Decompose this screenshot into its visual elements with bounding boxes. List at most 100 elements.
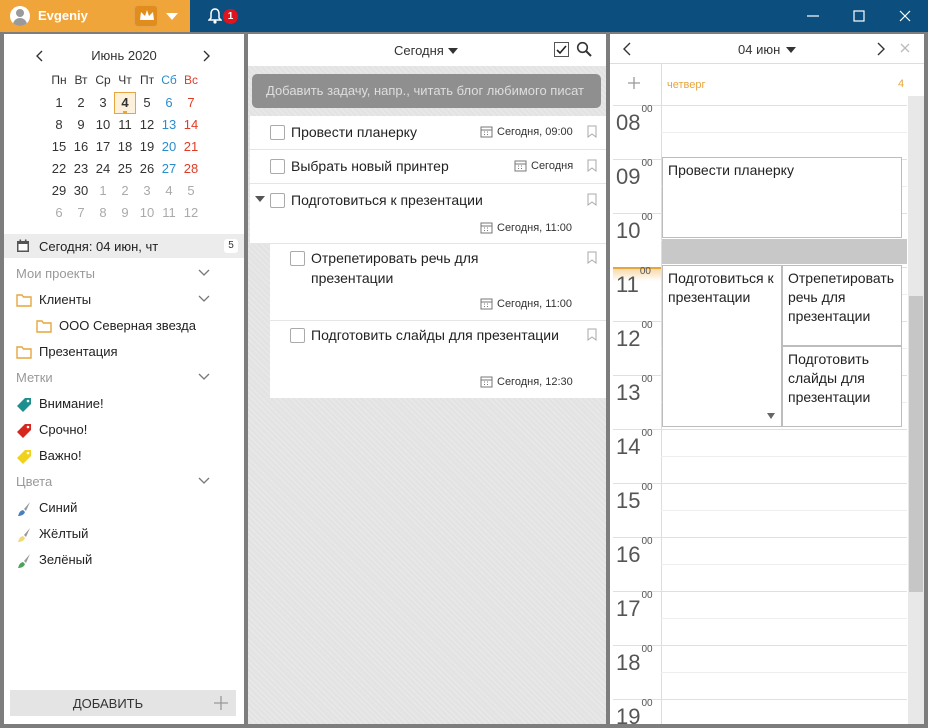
calendar-day[interactable]: 5 [180, 180, 202, 202]
colors-header[interactable]: Цвета [16, 474, 52, 489]
calendar-day[interactable]: 30 [70, 180, 92, 202]
calendar-day[interactable]: 9 [70, 114, 92, 136]
calendar-day[interactable]: 12 [136, 114, 158, 136]
notification-badge[interactable]: 1 [223, 9, 238, 24]
calendar-day[interactable]: 3 [92, 92, 114, 114]
calendar-event[interactable]: Подготовиться к презентации [662, 265, 782, 427]
chevron-down-icon[interactable] [198, 477, 210, 485]
task-filter-label[interactable]: Сегодня [394, 43, 444, 58]
chevron-left-icon[interactable] [32, 48, 48, 64]
calendar-day[interactable]: 6 [158, 92, 180, 114]
calendar-day[interactable]: 29 [48, 180, 70, 202]
day-view-date[interactable]: 04 июн [738, 42, 780, 57]
calendar-day[interactable]: 7 [180, 92, 202, 114]
calendar-day[interactable]: 24 [92, 158, 114, 180]
chevron-down-icon[interactable] [448, 48, 458, 54]
calendar-day[interactable]: 2 [70, 92, 92, 114]
calendar-day[interactable]: 16 [70, 136, 92, 158]
sidebar-item-severnaya-zvezda[interactable]: ООО Северная звезда [36, 318, 236, 336]
calendar-day[interactable]: 6 [48, 202, 70, 224]
calendar-day[interactable]: 1 [92, 180, 114, 202]
chevron-down-icon[interactable] [198, 373, 210, 381]
calendar-day[interactable]: 8 [92, 202, 114, 224]
sidebar-item-today[interactable]: Сегодня: 04 июн, чт 5 [4, 234, 244, 258]
scrollbar-thumb[interactable] [909, 296, 923, 592]
chevron-right-icon[interactable] [876, 42, 886, 56]
expand-arrow-icon[interactable] [767, 413, 775, 419]
calendar-day[interactable]: 2 [114, 180, 136, 202]
scrollbar[interactable] [908, 96, 924, 724]
calendar-day[interactable]: 27 [158, 158, 180, 180]
calendar-day[interactable]: 9 [114, 202, 136, 224]
chevron-left-icon[interactable] [622, 42, 632, 56]
calendar-day[interactable]: 22 [48, 158, 70, 180]
task-row[interactable]: Подготовиться к презентации Сегодня, 11:… [250, 184, 606, 244]
search-icon[interactable] [576, 41, 592, 57]
calendar-day[interactable]: 1 [48, 92, 70, 114]
calendar-day[interactable]: 19 [136, 136, 158, 158]
bookmark-icon[interactable] [587, 328, 597, 341]
sidebar-item-presentation[interactable]: Презентация [16, 344, 236, 362]
calendar-day[interactable]: 15 [48, 136, 70, 158]
calendar-day[interactable]: 8 [48, 114, 70, 136]
show-completed-checkbox[interactable] [554, 42, 569, 57]
close-window-button[interactable] [882, 0, 928, 32]
task-checkbox[interactable] [270, 193, 285, 208]
calendar-day[interactable]: 4 [158, 180, 180, 202]
calendar-event[interactable]: Отрепетировать речь для презентации [782, 265, 902, 346]
calendar-day[interactable]: 12 [180, 202, 202, 224]
task-checkbox[interactable] [270, 159, 285, 174]
calendar-day[interactable]: 13 [158, 114, 180, 136]
calendar-event[interactable]: Провести планерку [662, 157, 902, 238]
calendar-day-today[interactable]: 4 [114, 92, 136, 114]
bookmark-icon[interactable] [587, 125, 597, 138]
chevron-down-icon[interactable] [198, 269, 210, 277]
calendar-day[interactable]: 11 [114, 114, 136, 136]
chevron-right-icon[interactable] [198, 48, 214, 64]
task-checkbox[interactable] [270, 125, 285, 140]
sidebar-item-tag-important[interactable]: Важно! [16, 448, 236, 466]
calendar-day[interactable]: 3 [136, 180, 158, 202]
minimize-button[interactable] [790, 0, 836, 32]
task-row[interactable]: Провести планерку Сегодня, 09:00 [250, 116, 606, 150]
sidebar-item-color-blue[interactable]: Синий [16, 500, 236, 518]
calendar-day[interactable]: 5 [136, 92, 158, 114]
calendar-day[interactable]: 10 [92, 114, 114, 136]
calendar-day[interactable]: 7 [70, 202, 92, 224]
calendar-day[interactable]: 25 [114, 158, 136, 180]
add-task-input[interactable]: Добавить задачу, напр., читать блог люби… [252, 74, 601, 108]
calendar-day[interactable]: 14 [180, 114, 202, 136]
close-icon[interactable] [900, 43, 910, 53]
calendar-month-label[interactable]: Июнь 2020 [64, 48, 184, 63]
maximize-button[interactable] [836, 0, 882, 32]
calendar-day[interactable]: 17 [92, 136, 114, 158]
calendar-day[interactable]: 11 [158, 202, 180, 224]
calendar-day[interactable]: 23 [70, 158, 92, 180]
sidebar-item-tag-urgent[interactable]: Срочно! [16, 422, 236, 440]
user-menu-button[interactable]: Evgeniy [0, 0, 190, 32]
projects-header[interactable]: Мои проекты [16, 266, 95, 281]
premium-crown-icon[interactable] [134, 5, 158, 27]
bell-icon[interactable] [207, 8, 223, 27]
chevron-down-icon[interactable] [786, 47, 796, 53]
chevron-down-icon[interactable] [198, 295, 210, 303]
tags-header[interactable]: Метки [16, 370, 53, 385]
task-row[interactable]: Выбрать новый принтер Сегодня [250, 150, 606, 184]
expand-arrow-icon[interactable] [255, 196, 265, 202]
sidebar-item-color-yellow[interactable]: Жёлтый [16, 526, 236, 544]
sidebar-item-tag-attention[interactable]: Внимание! [16, 396, 236, 414]
task-checkbox[interactable] [290, 251, 305, 266]
sidebar-item-color-green[interactable]: Зелёный [16, 552, 236, 570]
bookmark-icon[interactable] [587, 251, 597, 264]
calendar-day[interactable]: 10 [136, 202, 158, 224]
calendar-day[interactable]: 26 [136, 158, 158, 180]
calendar-day[interactable]: 21 [180, 136, 202, 158]
chevron-down-icon[interactable] [166, 13, 178, 20]
bookmark-icon[interactable] [587, 159, 597, 172]
subtask-row[interactable]: Подготовить слайды для презентации Сегод… [270, 321, 606, 398]
plus-icon[interactable] [628, 77, 640, 89]
task-checkbox[interactable] [290, 328, 305, 343]
calendar-day[interactable]: 28 [180, 158, 202, 180]
calendar-event[interactable]: Подготовить слайды для презентации [782, 346, 902, 427]
calendar-day[interactable]: 20 [158, 136, 180, 158]
